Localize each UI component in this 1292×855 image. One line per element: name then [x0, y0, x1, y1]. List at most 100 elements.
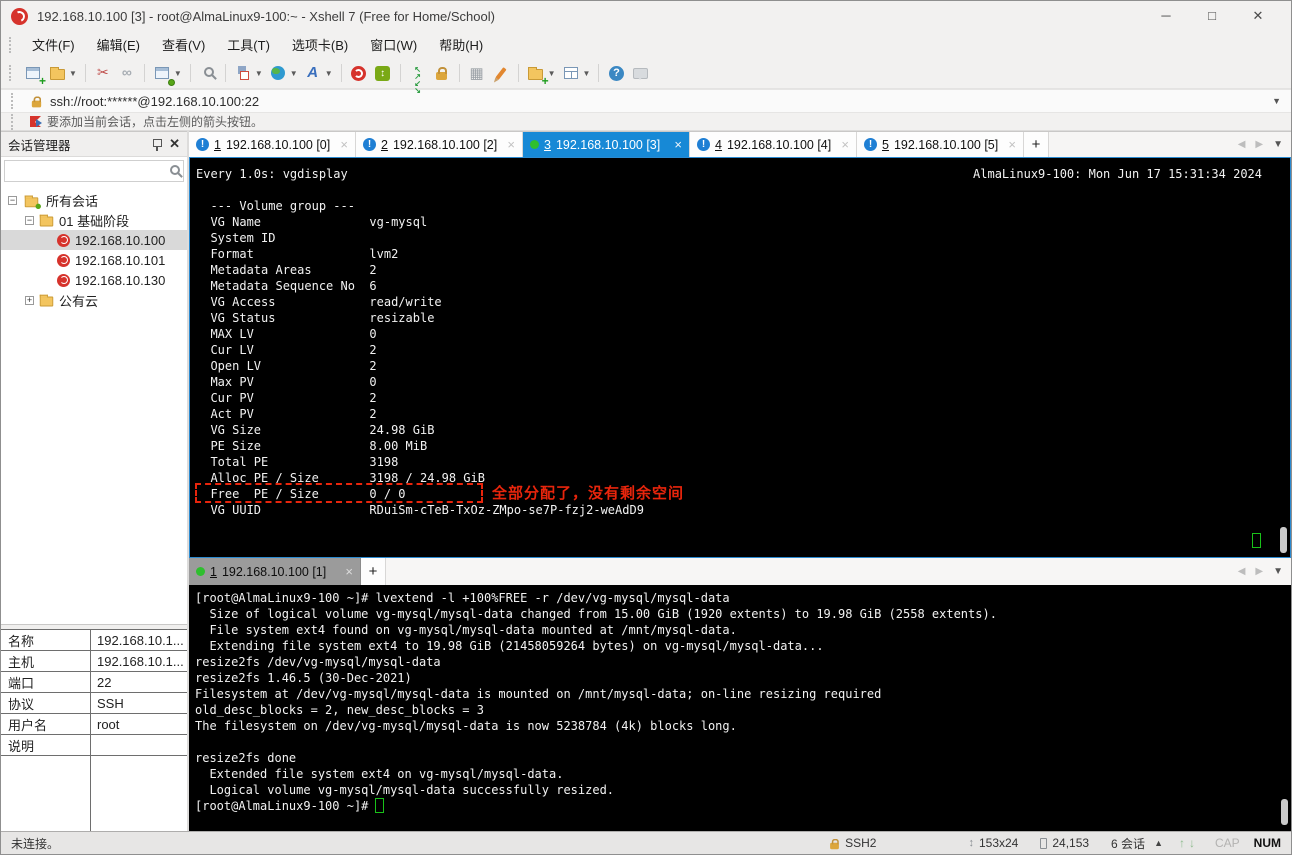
- property-row: 端口 22: [1, 672, 187, 693]
- tab-label: 192.168.10.100 [0]: [225, 137, 331, 152]
- main-area: 1 192.168.10.100 [0] × 2 192.168.10.100 …: [189, 131, 1291, 831]
- menu-window[interactable]: 窗口(W): [359, 31, 428, 58]
- folder-icon: [39, 214, 54, 227]
- terminal-top[interactable]: Every 1.0s: vgdisplay AlmaLinux9-100: Mo…: [189, 157, 1291, 558]
- pin-icon[interactable]: [152, 138, 163, 151]
- web-browser-icon[interactable]: [267, 62, 289, 84]
- session-count[interactable]: 6 会话 ▲: [1111, 835, 1163, 852]
- info-badge-icon: [196, 138, 209, 151]
- tab-close-icon[interactable]: ×: [1008, 137, 1016, 152]
- status-message: 未连接。: [11, 836, 60, 851]
- tab-session-2[interactable]: 2 192.168.10.100 [2] ×: [356, 132, 523, 157]
- menu-edit[interactable]: 编辑(E): [86, 31, 151, 58]
- tab-number: 5: [882, 137, 889, 152]
- tree-node-all-sessions[interactable]: 所有会话: [1, 190, 187, 210]
- address-value[interactable]: ssh://root:******@192.168.10.100:22: [50, 94, 259, 109]
- font-icon[interactable]: [302, 62, 324, 84]
- annotation-text: 全部分配了，没有剩余空间: [492, 485, 685, 502]
- address-dropdown-caret[interactable]: ▼: [1272, 96, 1281, 106]
- highlight-pen-icon[interactable]: [490, 62, 512, 84]
- find-icon[interactable]: [197, 62, 219, 84]
- close-button[interactable]: ✕: [1235, 8, 1281, 24]
- drag-handle: [9, 36, 14, 53]
- new-folder-dropdown-caret[interactable]: ▼: [548, 69, 556, 78]
- title-bar: 192.168.10.100 [3] - root@AlmaLinux9-100…: [1, 1, 1291, 31]
- new-folder-icon[interactable]: +: [525, 62, 549, 87]
- compose-dropdown-caret[interactable]: ▼: [255, 69, 263, 78]
- tab-scroll-left-icon[interactable]: ◀: [1238, 139, 1246, 150]
- collapse-icon[interactable]: [25, 215, 34, 225]
- address-bar[interactable]: ssh://root:******@192.168.10.100:22 ▼: [1, 89, 1291, 113]
- terminal-bottom-output: [root@AlmaLinux9-100 ~]# lvextend -l +10…: [195, 591, 997, 813]
- tree-node-group-cloud[interactable]: 公有云: [1, 290, 187, 310]
- scrollbar-thumb[interactable]: [1281, 799, 1288, 825]
- properties-dropdown-caret[interactable]: ▼: [174, 69, 182, 78]
- tree-label: 192.168.10.101: [75, 252, 166, 268]
- fullscreen-icon[interactable]: [407, 62, 429, 84]
- tab-close-icon[interactable]: ×: [340, 137, 348, 152]
- session-search-input[interactable]: [4, 160, 184, 182]
- tab-close-icon[interactable]: ×: [674, 137, 682, 152]
- menu-view[interactable]: 查看(V): [151, 31, 216, 58]
- xshell-window: 192.168.10.100 [3] - root@AlmaLinux9-100…: [0, 0, 1292, 855]
- tile-dropdown-caret[interactable]: ▼: [583, 69, 591, 78]
- tab-session-5[interactable]: 5 192.168.10.100 [5] ×: [857, 132, 1024, 157]
- terminal-bottom[interactable]: [root@AlmaLinux9-100 ~]# lvextend -l +10…: [189, 585, 1291, 831]
- message-icon[interactable]: [629, 62, 651, 84]
- tree-node-session-101[interactable]: 192.168.10.101: [1, 250, 187, 270]
- compose-icon[interactable]: [232, 62, 254, 84]
- open-dropdown-caret[interactable]: ▼: [69, 69, 77, 78]
- xftp-icon[interactable]: [372, 62, 394, 84]
- tab-list-dropdown-icon[interactable]: ▼: [1273, 139, 1283, 150]
- maximize-button[interactable]: □: [1189, 8, 1235, 24]
- open-folder-icon[interactable]: [46, 62, 68, 84]
- hint-bar: 要添加当前会话，点击左侧的箭头按钮。: [1, 113, 1291, 131]
- session-properties-icon[interactable]: [151, 62, 175, 86]
- tab-session-1[interactable]: 1 192.168.10.100 [1] ×: [189, 558, 361, 585]
- help-icon[interactable]: [605, 62, 627, 84]
- tab-label: 192.168.10.100 [2]: [392, 137, 498, 152]
- reconnect-icon[interactable]: [116, 62, 138, 84]
- terminal-cursor: [375, 798, 384, 813]
- tree-node-group-basic[interactable]: 01 基础阶段: [1, 210, 187, 230]
- tab-session-3-active[interactable]: 3 192.168.10.100 [3] ×: [523, 132, 690, 157]
- minimize-button[interactable]: ─: [1143, 8, 1189, 24]
- tab-scroll-left-icon[interactable]: ◀: [1238, 566, 1246, 577]
- tree-node-session-130[interactable]: 192.168.10.130: [1, 270, 187, 290]
- session-list-caret-icon[interactable]: ▲: [1154, 838, 1163, 848]
- tab-list-dropdown-icon[interactable]: ▼: [1273, 566, 1283, 577]
- xshell-icon[interactable]: [348, 62, 370, 84]
- lock-screen-icon[interactable]: [431, 62, 453, 84]
- menu-help[interactable]: 帮助(H): [428, 31, 494, 58]
- num-lock-indicator: NUM: [1253, 836, 1281, 850]
- panel-close-icon[interactable]: ✕: [169, 136, 180, 152]
- tab-session-0[interactable]: 1 192.168.10.100 [0] ×: [189, 132, 356, 157]
- new-session-icon[interactable]: +: [22, 62, 46, 87]
- tab-close-icon[interactable]: ×: [841, 137, 849, 152]
- web-dropdown-caret[interactable]: ▼: [290, 69, 298, 78]
- menu-tools[interactable]: 工具(T): [216, 31, 281, 58]
- font-dropdown-caret[interactable]: ▼: [325, 69, 333, 78]
- folder-icon: [39, 294, 54, 307]
- disconnect-icon[interactable]: [92, 62, 114, 84]
- collapse-icon[interactable]: [8, 195, 17, 205]
- tab-scroll-right-icon[interactable]: ▶: [1255, 566, 1263, 577]
- session-nav-arrows[interactable]: ↑↓: [1179, 836, 1199, 850]
- menu-tabs[interactable]: 选项卡(B): [281, 31, 359, 58]
- new-tab-button[interactable]: +: [1024, 132, 1049, 157]
- new-tab-button[interactable]: +: [361, 558, 386, 585]
- tab-scroll-right-icon[interactable]: ▶: [1255, 139, 1263, 150]
- tab-close-icon[interactable]: ×: [345, 564, 353, 579]
- tab-close-icon[interactable]: ×: [507, 137, 515, 152]
- property-label: 用户名: [1, 714, 91, 734]
- menu-file[interactable]: 文件(F): [21, 31, 86, 58]
- property-label: 说明: [1, 735, 91, 755]
- virtual-keyboard-icon[interactable]: [466, 62, 488, 84]
- tree-node-session-100[interactable]: 192.168.10.100: [1, 230, 187, 250]
- scrollbar-thumb[interactable]: [1280, 527, 1287, 553]
- tab-session-4[interactable]: 4 192.168.10.100 [4] ×: [690, 132, 857, 157]
- connected-dot-icon: [196, 567, 205, 576]
- tile-windows-icon[interactable]: [560, 62, 582, 84]
- tree-label: 所有会话: [46, 193, 99, 209]
- expand-icon[interactable]: [25, 295, 34, 305]
